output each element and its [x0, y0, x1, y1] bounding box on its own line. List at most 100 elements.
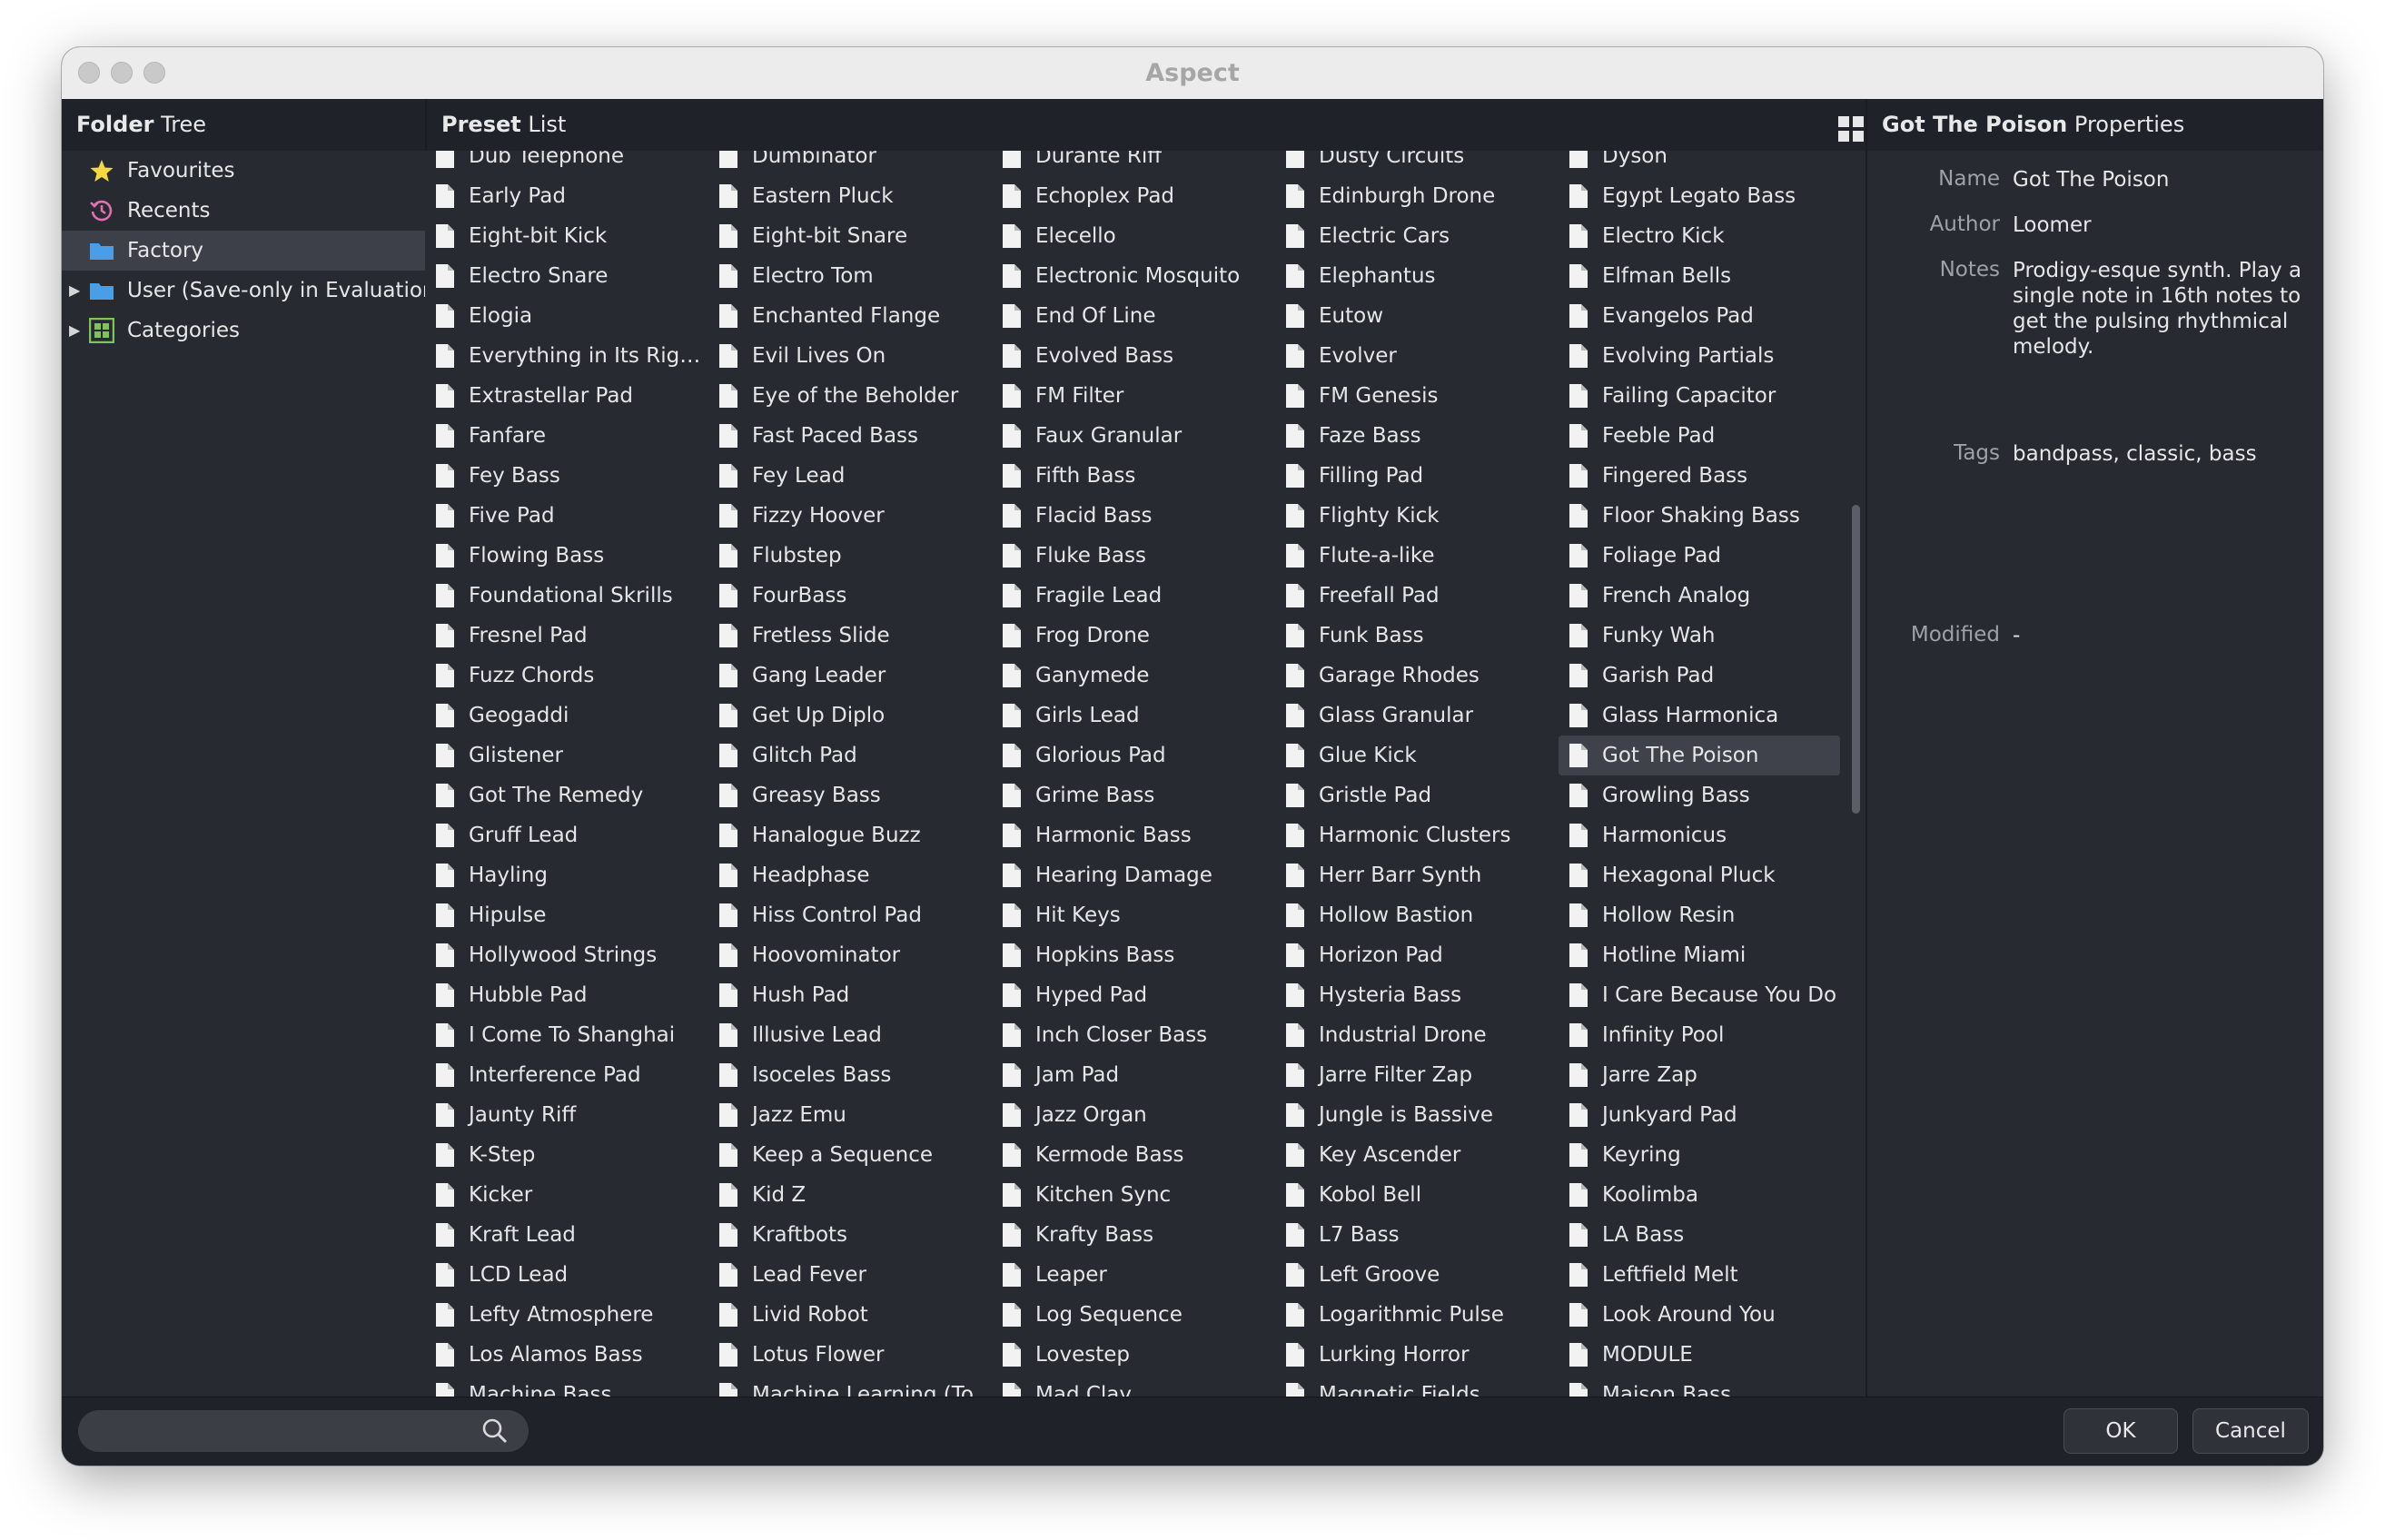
preset-item[interactable]: Egypt Legato Bass [1559, 176, 1840, 216]
preset-item[interactable]: Evolving Partials [1559, 336, 1840, 376]
preset-list[interactable]: Dub Telephone Early Pad Eight-bit Kick Elec… [425, 151, 1844, 1397]
search-icon[interactable] [481, 1417, 509, 1445]
preset-item[interactable]: Herr Barr Synth [1275, 855, 1557, 895]
preset-item[interactable]: Electro Tom [708, 256, 990, 296]
preset-item[interactable]: Glass Granular [1275, 696, 1557, 735]
preset-item[interactable]: Durante Riff [992, 151, 1273, 176]
preset-item[interactable]: Keep a Sequence [708, 1135, 990, 1175]
preset-item[interactable]: Livid Robot [708, 1295, 990, 1335]
preset-item[interactable]: Freefall Pad [1275, 576, 1557, 616]
preset-item[interactable]: Inch Closer Bass [992, 1015, 1273, 1055]
preset-item[interactable]: Lefty Atmosphere [425, 1295, 707, 1335]
preset-item[interactable]: Kitchen Sync [992, 1175, 1273, 1215]
preset-item[interactable]: Got The Remedy [425, 775, 707, 815]
preset-item[interactable]: Hubble Pad [425, 975, 707, 1015]
preset-item[interactable]: Glorious Pad [992, 735, 1273, 775]
preset-item[interactable]: Jaunty Riff [425, 1095, 707, 1135]
preset-item[interactable]: Jam Pad [992, 1055, 1273, 1095]
preset-item[interactable]: Elecello [992, 216, 1273, 256]
preset-item[interactable]: Foundational Skrills [425, 576, 707, 616]
preset-item[interactable]: Five Pad [425, 496, 707, 536]
preset-item[interactable]: Growling Bass [1559, 775, 1840, 815]
preset-item[interactable]: Eutow [1275, 296, 1557, 336]
tree-item-user[interactable]: ▶ User (Save-only in Evaluation) [62, 271, 425, 311]
ok-button[interactable]: OK [2063, 1408, 2178, 1454]
preset-item[interactable]: Jarre Zap [1559, 1055, 1840, 1095]
preset-item[interactable]: Got The Poison [1559, 735, 1840, 775]
scrollbar-thumb[interactable] [1852, 505, 1860, 814]
preset-item[interactable]: Junkyard Pad [1559, 1095, 1840, 1135]
preset-item[interactable]: Magnetic Fields [1275, 1375, 1557, 1397]
preset-item[interactable]: Interference Pad [425, 1055, 707, 1095]
preset-item[interactable]: Electro Kick [1559, 216, 1840, 256]
preset-item[interactable]: Jazz Organ [992, 1095, 1273, 1135]
preset-item[interactable]: Fizzy Hoover [708, 496, 990, 536]
preset-item[interactable]: Hayling [425, 855, 707, 895]
preset-item[interactable]: Electronic Mosquito [992, 256, 1273, 296]
preset-item[interactable]: Hollow Bastion [1275, 895, 1557, 935]
preset-item[interactable]: I Care Because You Do [1559, 975, 1840, 1015]
preset-item[interactable]: Early Pad [425, 176, 707, 216]
preset-item[interactable]: Flute-a-like [1275, 536, 1557, 576]
preset-item[interactable]: Jungle is Bassive [1275, 1095, 1557, 1135]
preset-item[interactable]: Gruff Lead [425, 815, 707, 855]
preset-item[interactable]: Enchanted Flange [708, 296, 990, 336]
preset-item[interactable]: FM Filter [992, 376, 1273, 416]
preset-item[interactable]: Fey Bass [425, 456, 707, 496]
preset-item[interactable]: Everything in Its Righ... [425, 336, 707, 376]
preset-item[interactable]: Kid Z [708, 1175, 990, 1215]
preset-item[interactable]: Feeble Pad [1559, 416, 1840, 456]
preset-item[interactable]: Evil Lives On [708, 336, 990, 376]
preset-item[interactable]: Fragile Lead [992, 576, 1273, 616]
preset-item[interactable]: Hanalogue Buzz [708, 815, 990, 855]
preset-item[interactable]: Hiss Control Pad [708, 895, 990, 935]
preset-item[interactable]: Failing Capacitor [1559, 376, 1840, 416]
preset-item[interactable]: Maison Bass [1559, 1375, 1840, 1397]
preset-item[interactable]: Flubstep [708, 536, 990, 576]
preset-item[interactable]: Left Groove [1275, 1255, 1557, 1295]
preset-item[interactable]: Glitch Pad [708, 735, 990, 775]
preset-item[interactable]: Harmonicus [1559, 815, 1840, 855]
preset-item[interactable]: Hoovominator [708, 935, 990, 975]
preset-item[interactable]: Hipulse [425, 895, 707, 935]
preset-item[interactable]: French Analog [1559, 576, 1840, 616]
preset-item[interactable]: Floor Shaking Bass [1559, 496, 1840, 536]
preset-item[interactable]: Elfman Bells [1559, 256, 1840, 296]
tree-item-factory[interactable]: Factory [62, 231, 425, 271]
preset-item[interactable]: Flacid Bass [992, 496, 1273, 536]
preset-item[interactable]: Kobol Bell [1275, 1175, 1557, 1215]
preset-item[interactable]: Glue Kick [1275, 735, 1557, 775]
preset-item[interactable]: Hush Pad [708, 975, 990, 1015]
preset-item[interactable]: Krafty Bass [992, 1215, 1273, 1255]
preset-item[interactable]: Log Sequence [992, 1295, 1273, 1335]
preset-item[interactable]: Hit Keys [992, 895, 1273, 935]
preset-item[interactable]: Girls Lead [992, 696, 1273, 735]
preset-item[interactable]: Fresnel Pad [425, 616, 707, 656]
search-input[interactable] [78, 1410, 529, 1452]
preset-item[interactable]: Kicker [425, 1175, 707, 1215]
preset-item[interactable]: Electro Snare [425, 256, 707, 296]
preset-item[interactable]: Fanfare [425, 416, 707, 456]
preset-item[interactable]: Hollow Resin [1559, 895, 1840, 935]
preset-item[interactable]: Jazz Emu [708, 1095, 990, 1135]
preset-item[interactable]: MODULE [1559, 1335, 1840, 1375]
preset-item[interactable]: Dumbinator [708, 151, 990, 176]
tree-item-categories[interactable]: ▶ Categories [62, 311, 425, 350]
preset-item[interactable]: Fingered Bass [1559, 456, 1840, 496]
preset-item[interactable]: I Come To Shanghai [425, 1015, 707, 1055]
tree-item-recents[interactable]: Recents [62, 191, 425, 231]
preset-item[interactable]: Garish Pad [1559, 656, 1840, 696]
preset-item[interactable]: Infinity Pool [1559, 1015, 1840, 1055]
preset-item[interactable]: Foliage Pad [1559, 536, 1840, 576]
preset-item[interactable]: Eight-bit Kick [425, 216, 707, 256]
preset-item[interactable]: Glistener [425, 735, 707, 775]
preset-item[interactable]: Harmonic Clusters [1275, 815, 1557, 855]
preset-item[interactable]: Get Up Diplo [708, 696, 990, 735]
preset-item[interactable]: Lovestep [992, 1335, 1273, 1375]
preset-item[interactable]: Hyped Pad [992, 975, 1273, 1015]
preset-item[interactable]: Funk Bass [1275, 616, 1557, 656]
preset-item[interactable]: Fuzz Chords [425, 656, 707, 696]
preset-item[interactable]: Horizon Pad [1275, 935, 1557, 975]
preset-item[interactable]: Dusty Circuits [1275, 151, 1557, 176]
preset-item[interactable]: Electric Cars [1275, 216, 1557, 256]
